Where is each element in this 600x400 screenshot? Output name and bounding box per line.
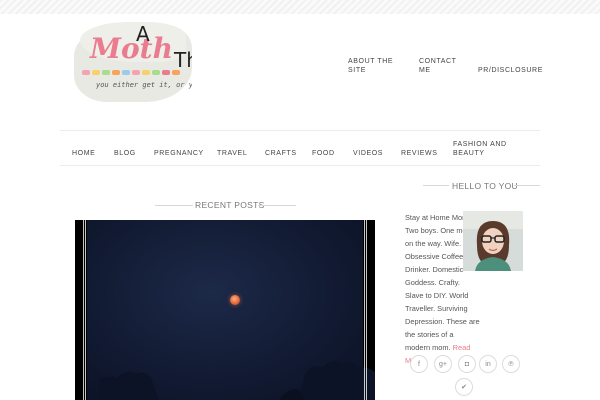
top-link-contact[interactable]: CONTACT ME (419, 57, 457, 75)
logo-dot (122, 70, 130, 75)
section-rule-right (258, 205, 296, 206)
avatar-portrait-icon (463, 211, 523, 271)
main-navigation: HOME BLOG PREGNANCY TRAVEL CRAFTS FOOD V… (60, 130, 540, 166)
logo-title-text: Moth (90, 32, 173, 65)
logo-dot (162, 70, 170, 75)
logo-dot (172, 70, 180, 75)
sidebar-rule-left (423, 185, 449, 186)
logo-dot (112, 70, 120, 75)
frame-border-left-inner (85, 220, 86, 400)
facebook-icon[interactable]: f (410, 355, 428, 373)
site-logo[interactable]: Moth A Th you either get it, or y (70, 20, 192, 104)
top-link-about-line2: SITE (348, 67, 366, 74)
top-stripe-decoration (0, 0, 600, 14)
logo-letter-a: A (136, 22, 150, 46)
sidebar-rule-right (514, 185, 540, 186)
top-link-contact-line1: CONTACT (419, 58, 457, 65)
nav-item-travel[interactable]: TRAVEL (217, 149, 247, 158)
nav-item-food[interactable]: FOOD (312, 149, 335, 158)
logo-dot (102, 70, 110, 75)
google-plus-icon[interactable]: g+ (434, 355, 452, 373)
logo-letter-th: Th (174, 48, 192, 72)
nav-item-pregnancy[interactable]: PREGNANCY (154, 149, 204, 158)
tree-silhouette (99, 360, 375, 400)
top-link-about[interactable]: ABOUT THE SITE (348, 57, 393, 75)
twitter-icon[interactable]: ✔ (455, 378, 473, 396)
frame-border-right-inner (364, 220, 365, 400)
section-rule-left (155, 205, 193, 206)
nav-item-blog[interactable]: BLOG (114, 149, 136, 158)
top-link-disclosure-label: PR/DISCLOSURE (478, 67, 543, 74)
logo-confetti-dots (82, 70, 180, 76)
nav-item-fashion-line2: BEAUTY (453, 150, 485, 157)
night-sky-photo (87, 220, 375, 400)
top-link-contact-line2: ME (419, 67, 431, 74)
top-link-about-line1: ABOUT THE (348, 58, 394, 65)
nav-item-home[interactable]: HOME (72, 149, 95, 158)
top-link-disclosure[interactable]: PR/DISCLOSURE (478, 66, 543, 75)
frame-border-right-outer (366, 220, 367, 400)
logo-tagline: you either get it, or y (96, 81, 192, 89)
moon-icon (230, 295, 240, 305)
logo-dot (92, 70, 100, 75)
pinterest-icon[interactable]: ℗ (502, 355, 520, 373)
logo-dot (142, 70, 150, 75)
logo-dot (82, 70, 90, 75)
nav-item-videos[interactable]: VIDEOS (353, 149, 383, 158)
frame-border-left-outer (83, 220, 84, 400)
logo-dot (132, 70, 140, 75)
instagram-icon[interactable]: ◘ (458, 355, 476, 373)
recent-posts-title: RECENT POSTS (195, 200, 265, 210)
avatar (463, 211, 523, 271)
nav-item-fashion-beauty[interactable]: FASHION AND BEAUTY (453, 140, 507, 158)
nav-item-reviews[interactable]: REVIEWS (401, 149, 437, 158)
nav-item-fashion-line1: FASHION AND (453, 141, 507, 148)
featured-post-image[interactable] (75, 220, 375, 400)
nav-item-crafts[interactable]: CRAFTS (265, 149, 297, 158)
sidebar-title: HELLO TO YOU (452, 181, 518, 191)
linkedin-icon[interactable]: in (479, 355, 497, 373)
logo-dot (152, 70, 160, 75)
